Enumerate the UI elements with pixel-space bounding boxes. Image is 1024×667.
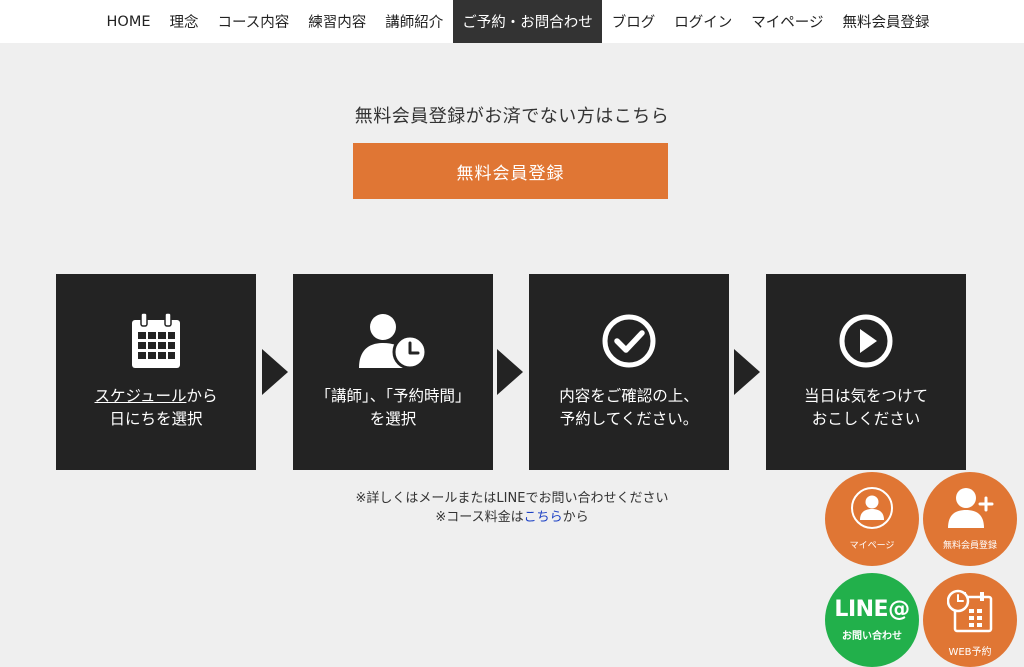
step-select-instructor: 「講師」、「予約時間」 を選択 (293, 274, 493, 470)
step-caption-text: を選択 (369, 410, 417, 428)
check-circle-icon (529, 312, 729, 370)
user-plus-icon (948, 488, 994, 528)
user-clock-icon (293, 312, 493, 370)
nav-item-reservation[interactable]: ご予約・お問合わせ (452, 0, 603, 43)
step-arrow-icon (262, 349, 288, 395)
step-caption-text: 内容をご確認の上、 (559, 387, 699, 405)
play-circle-icon (766, 312, 966, 370)
nav-item-register[interactable]: 無料会員登録 (833, 0, 939, 43)
register-float-button[interactable]: 無料会員登録 (923, 472, 1017, 566)
line-logo: LINE@ (834, 597, 910, 622)
mypage-float-label: マイページ (849, 541, 895, 551)
calendar-clock-icon (947, 589, 993, 633)
calendar-icon (56, 312, 256, 370)
free-registration-button[interactable]: 無料会員登録 (353, 143, 668, 199)
line-contact-float-button[interactable]: LINE@ お問い合わせ (825, 573, 919, 667)
step-caption-text: 当日は気をつけて (803, 387, 928, 405)
step-caption-text: 「講師」、「予約時間」 (315, 387, 471, 405)
nav-item-login[interactable]: ログイン (665, 0, 742, 43)
step-caption: 内容をご確認の上、 予約してください。 (529, 385, 729, 431)
nav-menu: HOME 理念 コース内容 練習内容 講師紹介 ご予約・お問合わせ ブログ ログ… (97, 0, 939, 43)
step-caption: スケジュールから 日にちを選択 (56, 385, 256, 431)
step-confirm: 内容をご確認の上、 予約してください。 (529, 274, 729, 470)
web-reservation-float-button[interactable]: WEB予約 (923, 573, 1017, 667)
step-caption-text: おこしください (811, 410, 921, 428)
user-circle-icon (851, 487, 893, 529)
step-arrow-icon (734, 349, 760, 395)
nav-item-instructors[interactable]: 講師紹介 (376, 0, 453, 43)
nav-item-blog[interactable]: ブログ (602, 0, 665, 43)
nav-item-philosophy[interactable]: 理念 (160, 0, 208, 43)
registration-prompt: 無料会員登録がお済でない方はこちら (354, 106, 670, 127)
nav-item-courses[interactable]: コース内容 (208, 0, 299, 43)
step-caption-text: 予約してください。 (559, 410, 699, 428)
step-caption: 当日は気をつけて おこしください (766, 385, 966, 431)
note-text: から (562, 510, 589, 525)
note-text: ※コース料金は (435, 510, 524, 525)
register-float-label: 無料会員登録 (942, 541, 997, 551)
nav-item-mypage[interactable]: マイページ (742, 0, 833, 43)
step-caption-text: 日にちを選択 (109, 410, 203, 428)
mypage-float-button[interactable]: マイページ (825, 472, 919, 566)
schedule-link[interactable]: スケジュール (95, 387, 187, 405)
line-contact-label: お問い合わせ (842, 631, 902, 642)
course-fee-link[interactable]: こちら (524, 510, 563, 525)
step-arrow-icon (497, 349, 523, 395)
step-caption: 「講師」、「予約時間」 を選択 (293, 385, 493, 431)
web-reservation-label: WEB予約 (948, 647, 992, 658)
step-schedule: スケジュールから 日にちを選択 (56, 274, 256, 470)
step-visit: 当日は気をつけて おこしください (766, 274, 966, 470)
top-navigation: HOME 理念 コース内容 練習内容 講師紹介 ご予約・お問合わせ ブログ ログ… (0, 0, 1024, 43)
nav-item-home[interactable]: HOME (97, 0, 160, 43)
nav-item-practice[interactable]: 練習内容 (299, 0, 376, 43)
step-caption-text: から (186, 387, 218, 405)
